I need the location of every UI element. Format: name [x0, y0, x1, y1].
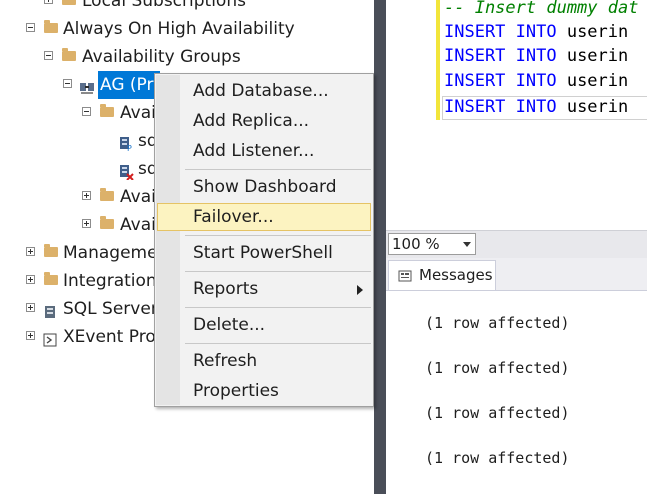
expand-icon[interactable]	[44, 0, 53, 4]
editor-line: INSERT INTO userin	[444, 46, 629, 66]
tab-messages[interactable]: Messages	[388, 260, 496, 290]
tree-node-label: Avai	[120, 103, 156, 123]
folder-icon	[44, 272, 58, 285]
expand-icon[interactable]	[26, 303, 35, 312]
chevron-down-icon	[463, 242, 471, 247]
menu-item-show-dashboard[interactable]: Show Dashboard	[157, 173, 371, 201]
menu-item-add-replica[interactable]: Add Replica...	[157, 107, 371, 135]
tree-node-label: Local Subscriptions	[82, 0, 246, 11]
context-menu: Add Database... Add Replica... Add Liste…	[154, 73, 374, 407]
sql-agent-icon	[42, 301, 58, 318]
tree-node-label: Manageme	[63, 243, 158, 263]
tree-node-label: Integration	[63, 271, 157, 291]
expand-icon[interactable]	[26, 331, 35, 340]
expand-icon[interactable]	[82, 191, 91, 200]
message-line: (1 row affected)	[425, 314, 570, 332]
folder-icon	[44, 20, 58, 33]
editor-zoom-bar: 100 %	[386, 230, 647, 259]
tree-node-label: XEvent Prof	[63, 327, 162, 347]
editor-line: INSERT INTO userin	[444, 71, 629, 91]
xevent-icon	[42, 329, 58, 347]
tree-node-label: SQL Server	[63, 299, 158, 319]
menu-item-add-listener[interactable]: Add Listener...	[157, 137, 371, 165]
collapse-icon[interactable]	[82, 107, 91, 116]
results-tab-strip: Messages	[386, 258, 647, 291]
submenu-arrow-icon	[357, 285, 363, 295]
expand-icon[interactable]	[26, 247, 35, 256]
message-line: (1 row affected)	[425, 404, 570, 422]
messages-icon	[398, 268, 414, 284]
editor-line: INSERT INTO userin	[444, 22, 629, 42]
replica-error-icon	[118, 161, 134, 181]
message-line: (1 row affected)	[425, 359, 570, 377]
editor-line: INSERT INTO userin	[444, 97, 629, 117]
tree-node-availability-groups[interactable]: Availability Groups	[0, 43, 374, 71]
menu-item-start-powershell[interactable]: Start PowerShell	[157, 239, 371, 267]
editor-gutter	[386, 0, 432, 120]
folder-icon	[62, 48, 76, 61]
menu-separator	[185, 235, 371, 236]
pane-splitter[interactable]	[374, 0, 386, 494]
svg-text:P: P	[127, 144, 132, 152]
results-pane: Messages (1 row affected) (1 row affecte…	[386, 258, 647, 494]
zoom-value: 100 %	[392, 235, 440, 253]
folder-icon	[44, 244, 58, 257]
collapse-icon[interactable]	[63, 79, 72, 88]
editor-line: -- Insert dummy dat	[444, 0, 639, 18]
collapse-icon[interactable]	[26, 23, 35, 32]
folder-icon	[100, 188, 114, 201]
tab-label: Messages	[419, 266, 493, 284]
expand-icon[interactable]	[82, 219, 91, 228]
menu-item-add-database[interactable]: Add Database...	[157, 77, 371, 105]
replica-primary-icon: P	[118, 133, 134, 153]
menu-item-failover[interactable]: Failover...	[157, 203, 371, 231]
tree-node-label: Always On High Availability	[63, 19, 295, 39]
tree-node-always-on[interactable]: Always On High Availability	[0, 15, 374, 43]
folder-icon	[62, 0, 76, 5]
menu-separator	[185, 169, 371, 170]
collapse-icon[interactable]	[44, 51, 53, 60]
menu-item-delete[interactable]: Delete...	[157, 311, 371, 339]
expand-icon[interactable]	[26, 275, 35, 284]
menu-item-reports[interactable]: Reports	[157, 275, 371, 303]
tree-node-label: Avai	[120, 215, 156, 235]
zoom-dropdown[interactable]: 100 %	[388, 233, 476, 255]
menu-item-refresh[interactable]: Refresh	[157, 347, 371, 375]
menu-item-properties[interactable]: Properties	[157, 377, 371, 405]
menu-separator	[185, 343, 371, 344]
message-line: (1 row affected)	[425, 449, 570, 467]
tree-node-label: Availability Groups	[82, 47, 241, 67]
menu-separator	[185, 307, 371, 308]
folder-icon	[100, 216, 114, 229]
menu-separator	[185, 271, 371, 272]
availability-group-icon	[79, 77, 95, 94]
changed-lines-marker	[436, 0, 440, 120]
query-editor[interactable]: -- Insert dummy dat INSERT INTO userin I…	[386, 0, 647, 230]
tree-node-local-subscriptions[interactable]: Local Subscriptions	[0, 0, 374, 15]
tree-node-label: Avai	[120, 187, 156, 207]
folder-icon	[100, 104, 114, 117]
tree-node-label: AG (Pri	[98, 71, 161, 99]
